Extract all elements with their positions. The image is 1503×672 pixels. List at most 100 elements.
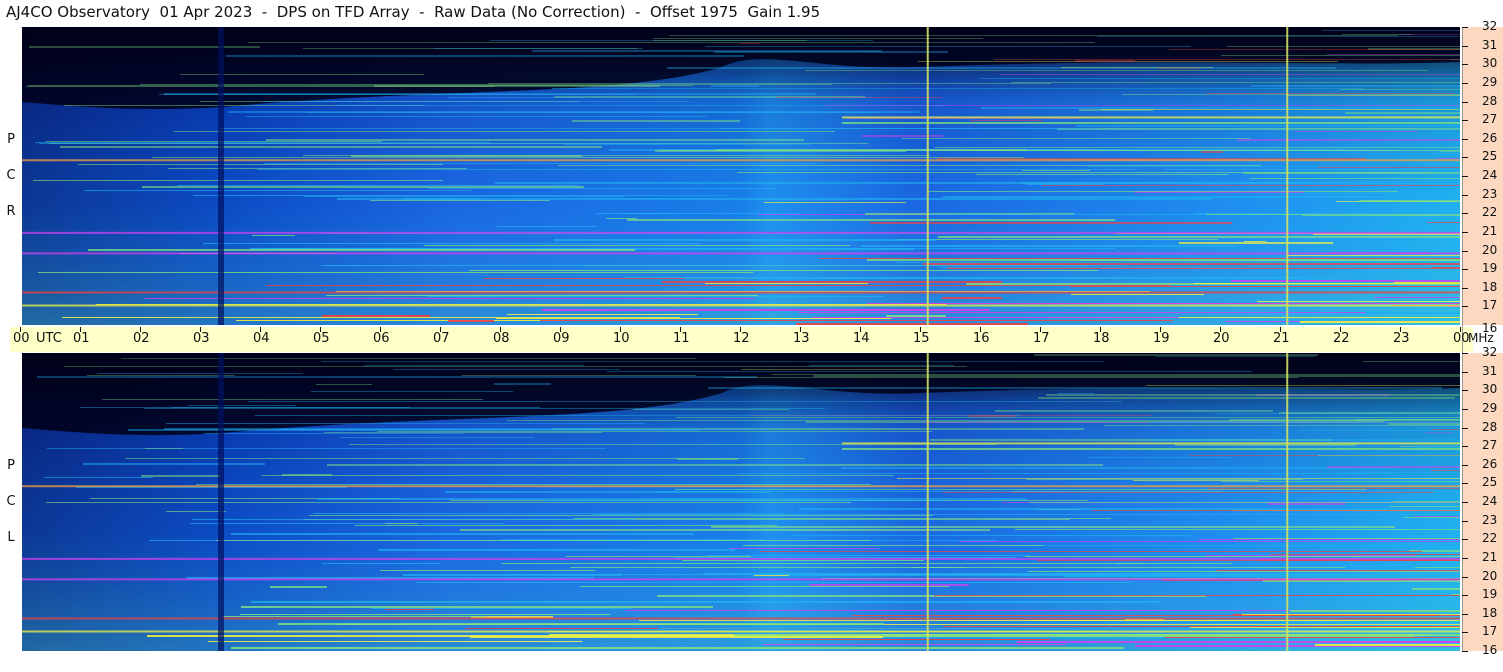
freq-tick-label: 25: [1482, 475, 1498, 490]
interference-streak: [141, 475, 220, 477]
interference-streak: [424, 245, 850, 246]
interference-streak: [1412, 588, 1460, 590]
utc-tick-mark: [200, 327, 201, 332]
interference-streak: [861, 245, 1238, 247]
interference-streak: [737, 473, 1395, 474]
interference-streak: [763, 644, 1066, 645]
interference-streak: [566, 556, 751, 557]
freq-tick-mark: [1462, 613, 1468, 615]
interference-streak: [241, 606, 713, 608]
utc-tick-label: 14: [853, 331, 870, 346]
interference-streak: [448, 320, 494, 322]
interference-streak: [976, 174, 1228, 175]
broadcast-band: [22, 485, 1460, 488]
interference-streak: [1243, 172, 1460, 174]
interference-streak: [496, 318, 891, 319]
interference-streak: [1414, 446, 1460, 448]
interference-streak: [1393, 501, 1460, 502]
interference-streak: [62, 317, 680, 318]
interference-streak: [580, 586, 949, 587]
utc-tick-label: 16: [973, 331, 990, 346]
interference-streak: [772, 374, 1460, 375]
freq-tick-mark: [1462, 520, 1468, 522]
interference-streak: [434, 48, 643, 49]
interference-streak: [911, 567, 1345, 568]
freq-tick-label: 31: [1482, 363, 1498, 378]
vertical-event-line: [1286, 27, 1289, 325]
interference-streak: [33, 180, 443, 181]
interference-streak: [1092, 510, 1460, 511]
interference-streak: [593, 514, 1460, 515]
interference-streak: [429, 188, 776, 189]
interference-streak: [494, 383, 551, 385]
freq-tick-mark: [1462, 120, 1468, 122]
utc-tick-label: 09: [553, 331, 570, 346]
interference-streak: [164, 93, 816, 95]
polarization-letter: R: [6, 204, 16, 219]
utc-tick-mark: [920, 327, 921, 332]
interference-streak: [570, 567, 966, 568]
interference-streak: [240, 614, 610, 615]
interference-streak: [1351, 556, 1460, 557]
interference-streak: [938, 236, 1460, 238]
polarization-letter: P: [7, 458, 15, 473]
interference-streak: [653, 38, 983, 39]
utc-tick-mark: [1400, 327, 1401, 332]
interference-streak: [682, 560, 924, 561]
interference-streak: [1026, 479, 1303, 480]
interference-streak: [1242, 614, 1460, 615]
interference-streak: [166, 511, 226, 512]
freq-tick-mark: [1462, 176, 1468, 177]
interference-streak: [607, 371, 1252, 372]
interference-streak: [266, 139, 804, 141]
freq-tick-mark: [1462, 194, 1468, 196]
broadcast-band: [22, 231, 1460, 234]
freq-tick-mark: [1462, 576, 1468, 578]
chart-title: AJ4CO Observatory 01 Apr 2023 - DPS on T…: [6, 3, 821, 21]
utc-tick-mark: [140, 327, 141, 332]
freq-tick-mark: [1462, 27, 1468, 28]
freq-tick-label: 31: [1482, 37, 1498, 52]
interference-streak: [1206, 214, 1460, 215]
dark-column: [218, 27, 224, 325]
interference-streak: [711, 526, 1395, 528]
interference-streak: [639, 620, 1357, 621]
interference-streak: [935, 147, 1460, 148]
freq-tick-label: 28: [1482, 419, 1498, 434]
freq-tick-label: 30: [1482, 382, 1498, 397]
utc-tick-label: 02: [133, 331, 150, 346]
interference-streak: [928, 191, 1398, 192]
interference-streak: [236, 320, 561, 321]
freq-tick-mark: [1462, 269, 1468, 271]
freq-tick-label: 20: [1482, 242, 1498, 257]
interference-streak: [364, 365, 584, 366]
interference-streak: [78, 164, 443, 165]
interference-streak: [558, 165, 1261, 166]
utc-tick-label: 23: [1393, 331, 1410, 346]
interference-streak: [1046, 394, 1460, 396]
interference-streak: [377, 431, 932, 432]
utc-tick-mark: [1220, 327, 1221, 332]
freq-tick-mark: [1462, 595, 1468, 597]
interference-streak: [462, 375, 696, 376]
interference-streak: [1122, 94, 1460, 95]
interference-streak: [1279, 193, 1460, 194]
interference-streak: [303, 155, 930, 156]
interference-streak: [497, 226, 597, 227]
freq-tick-label: 23: [1482, 186, 1498, 201]
interference-streak: [1076, 125, 1460, 127]
freq-tick-label: 28: [1482, 93, 1498, 108]
interference-streak: [1179, 242, 1333, 244]
freq-tick-mark: [1462, 446, 1468, 448]
interference-streak: [940, 267, 1432, 268]
utc-tick-mark: [440, 327, 441, 332]
utc-tick-label: 01: [73, 331, 90, 346]
interference-streak: [1201, 151, 1223, 153]
interference-streak: [870, 222, 1232, 224]
freq-tick-mark: [1462, 101, 1468, 103]
interference-streak: [1294, 131, 1418, 132]
freq-tick-label: 26: [1482, 130, 1498, 145]
interference-streak: [1028, 571, 1460, 572]
interference-streak: [1342, 34, 1412, 35]
interference-streak: [662, 281, 1002, 283]
